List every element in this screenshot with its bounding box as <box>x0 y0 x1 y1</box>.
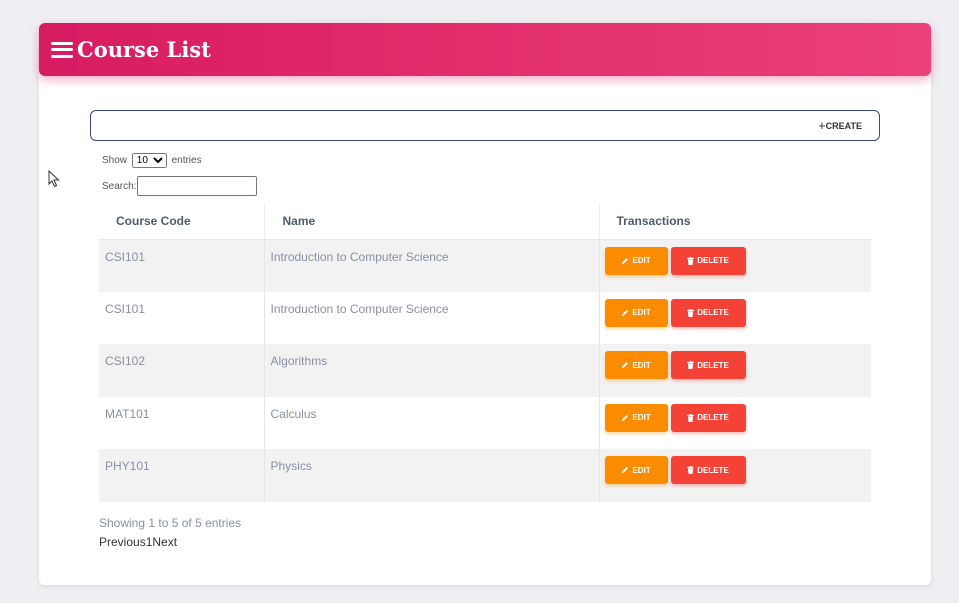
pencil-icon <box>621 309 629 317</box>
table-info: Showing 1 to 5 of 5 entries <box>99 516 242 530</box>
column-header-course-code[interactable]: Course Code <box>99 203 265 240</box>
edit-button[interactable]: EDIT <box>604 298 668 327</box>
transactions-cell: EDIT DELETE <box>599 449 871 502</box>
edit-button[interactable]: EDIT <box>604 456 668 485</box>
column-header-transactions[interactable]: Transactions <box>599 203 871 240</box>
plus-icon: + <box>818 118 826 133</box>
delete-label: DELETE <box>697 413 729 423</box>
course-name-cell: Introduction to Computer Science <box>264 239 600 292</box>
delete-button[interactable]: DELETE <box>670 351 746 380</box>
delete-label: DELETE <box>697 256 729 265</box>
transactions-cell: EDIT DELETE <box>599 396 871 450</box>
trash-icon <box>687 361 694 370</box>
course-code-cell: CSI101 <box>99 291 265 345</box>
course-name-cell: Introduction to Computer Science <box>264 291 600 345</box>
course-code-cell: PHY101 <box>99 449 265 502</box>
course-code-cell: CSI101 <box>99 239 265 292</box>
previous-button[interactable]: Previous <box>99 535 146 549</box>
edit-label: EDIT <box>632 308 651 318</box>
table-row: CSI101 Introduction to Computer Science ED… <box>99 291 871 345</box>
search-label: Search: <box>102 180 137 192</box>
edit-label: EDIT <box>632 413 651 423</box>
pencil-icon <box>621 257 629 265</box>
pencil-icon <box>621 361 629 369</box>
trash-icon <box>687 466 694 475</box>
search-input[interactable] <box>137 176 258 196</box>
delete-button[interactable]: DELETE <box>670 246 746 275</box>
edit-label: EDIT <box>632 360 651 370</box>
course-name-cell: Algorithms <box>264 344 600 397</box>
table-row: CSI102 Algorithms EDIT DELETE <box>99 344 871 397</box>
length-prefix: Show <box>102 155 128 166</box>
course-code-cell: MAT101 <box>99 396 265 450</box>
delete-label: DELETE <box>697 308 729 318</box>
trash-icon <box>687 256 694 265</box>
search-filter: Search: <box>102 176 258 196</box>
delete-button[interactable]: DELETE <box>670 456 746 485</box>
table-header-row: Course Code Name Transactions <box>99 203 871 240</box>
course-code-cell: CSI102 <box>99 344 265 397</box>
trash-icon <box>687 413 694 422</box>
delete-button[interactable]: DELETE <box>670 298 746 327</box>
menu-icon[interactable] <box>51 41 73 58</box>
delete-button[interactable]: DELETE <box>670 403 746 432</box>
delete-label: DELETE <box>697 465 729 475</box>
transactions-cell: EDIT DELETE <box>599 291 871 345</box>
column-header-name[interactable]: Name <box>264 203 600 240</box>
edit-button[interactable]: EDIT <box>604 403 668 432</box>
create-button[interactable]: +CREATE <box>818 118 862 133</box>
table-row: CSI101 Introduction to Computer Science ED… <box>99 239 871 292</box>
edit-button[interactable]: EDIT <box>604 351 668 380</box>
edit-button[interactable]: EDIT <box>604 246 668 275</box>
pencil-icon <box>621 414 629 422</box>
mouse-cursor-icon <box>48 170 60 188</box>
length-suffix: entries <box>171 155 202 166</box>
table-row: PHY101 Physics EDIT DELETE <box>99 449 871 502</box>
transactions-cell: EDIT DELETE <box>599 344 871 397</box>
pagination: Previous1Next <box>99 535 177 549</box>
course-name-cell: Calculus <box>264 396 600 450</box>
table-row: MAT101 Calculus EDIT DELETE <box>99 396 871 450</box>
pencil-icon <box>621 466 629 474</box>
length-menu: Show 10 entries <box>102 153 202 168</box>
page-header: Course List <box>39 23 931 76</box>
next-button[interactable]: Next <box>152 535 177 549</box>
transactions-cell: EDIT DELETE <box>599 239 871 292</box>
trash-icon <box>687 308 694 317</box>
courses-table: Course Code Name Transactions CSI101 Intr… <box>99 203 871 502</box>
edit-label: EDIT <box>632 256 651 265</box>
delete-label: DELETE <box>697 360 729 370</box>
create-label: CREATE <box>825 121 862 131</box>
page-title: Course List <box>77 37 211 62</box>
course-name-cell: Physics <box>264 449 600 502</box>
page-length-select[interactable]: 10 <box>131 153 167 168</box>
edit-label: EDIT <box>632 465 651 475</box>
toolbar: +CREATE <box>90 110 880 141</box>
